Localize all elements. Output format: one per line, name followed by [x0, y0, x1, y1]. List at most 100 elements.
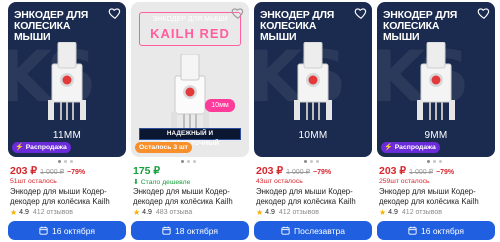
heart-icon[interactable]	[108, 6, 122, 20]
price-drop-note: ⬇ Стало дешевле	[133, 178, 190, 186]
rating-value: 4.9	[265, 209, 275, 216]
product-card[interactable]: KS Энкодер для колесика мыши 9MM ⚡ Распр…	[377, 2, 495, 242]
star-icon: ★	[379, 208, 387, 217]
carousel-dot	[64, 160, 67, 163]
price-row: 203 ₽ 1 000 ₽ −79%	[256, 165, 331, 177]
rating: ★ 4.9 412 отзывов	[256, 208, 319, 217]
rating-value: 4.9	[142, 209, 152, 216]
current-price: 175 ₽	[133, 165, 161, 177]
rating: ★ 4.9 483 отзыва	[133, 208, 192, 217]
carousel-dot	[70, 160, 73, 163]
reviews-count[interactable]: 483 отзыва	[156, 209, 192, 216]
heart-icon[interactable]	[354, 6, 368, 20]
calendar-icon	[408, 226, 417, 235]
product-card[interactable]: KS Энкодер для колесика мыши 10MM	[254, 2, 372, 242]
photo-title: Энкодер для колесика мыши	[383, 9, 458, 43]
calendar-icon	[39, 226, 48, 235]
encoder-image	[171, 54, 209, 132]
current-price: 203 ₽	[256, 165, 284, 177]
carousel-dot	[193, 160, 196, 163]
delivery-date: 18 октября	[175, 225, 218, 236]
carousel-dot	[439, 160, 442, 163]
heart-icon[interactable]	[477, 6, 491, 20]
carousel-dot	[316, 160, 319, 163]
encoder-image	[417, 42, 455, 120]
discount-percent: −79%	[313, 169, 332, 176]
reviews-count[interactable]: 412 отзывов	[33, 209, 73, 216]
product-title[interactable]: Энкодер для мыши Кодер-декодер для колёс…	[379, 187, 495, 206]
carousel-dot	[310, 160, 313, 163]
carousel-dot	[58, 160, 61, 163]
carousel-dot	[187, 160, 190, 163]
old-price: 1 000 ₽	[286, 169, 311, 176]
price-drop-label: Стало дешевле	[140, 179, 191, 186]
product-card[interactable]: KS Энкодер для колесика мыши 11MM ⚡ Расп…	[8, 2, 126, 242]
carousel-dot	[181, 160, 184, 163]
price-row: 203 ₽ 1 000 ₽ −79%	[10, 165, 85, 177]
product-image[interactable]: Энкодер для мыши Kailh Red 10мм НАДЕЖНЫЙ…	[131, 2, 249, 157]
old-price: 1 000 ₽	[40, 169, 65, 176]
encoder-image	[48, 42, 86, 120]
stock-badge: Осталось 3 шт	[135, 142, 192, 153]
image-carousel-dots	[427, 160, 442, 163]
size-label: 11MM	[52, 130, 82, 141]
lightning-icon: ⚡	[15, 144, 24, 151]
image-carousel-dots	[181, 160, 196, 163]
calendar-icon	[162, 226, 171, 235]
delivery-button[interactable]: 16 октября	[377, 221, 495, 240]
sale-badge-label: Распродажа	[25, 144, 67, 151]
product-image[interactable]: KS Энкодер для колесика мыши 10MM	[254, 2, 372, 157]
star-icon: ★	[133, 208, 141, 217]
delivery-button[interactable]: Послезавтра	[254, 221, 372, 240]
carousel-dot	[427, 160, 430, 163]
stock-note: 259шт осталось	[379, 178, 430, 185]
rating: ★ 4.9 412 отзывов	[10, 208, 73, 217]
product-grid: KS Энкодер для колесика мыши 11MM ⚡ Расп…	[0, 0, 500, 242]
sale-badge-label: Распродажа	[394, 144, 436, 151]
stock-note: 51шт осталось	[10, 178, 57, 185]
carousel-dot	[433, 160, 436, 163]
sale-badge: ⚡ Распродажа	[12, 142, 71, 153]
rating: ★ 4.9 412 отзывов	[379, 208, 442, 217]
size-tag: 10мм	[205, 99, 235, 112]
product-card[interactable]: Энкодер для мыши Kailh Red 10мм НАДЕЖНЫЙ…	[131, 2, 249, 242]
carousel-dot	[304, 160, 307, 163]
promo-banner: НАДЕЖНЫЙ И ВЫСОКОТОЧНЫЙ	[139, 128, 241, 147]
size-label: 9MM	[424, 130, 448, 141]
photo-title: Энкодер для колесика мыши	[260, 9, 335, 43]
delivery-button[interactable]: 18 октября	[131, 221, 249, 240]
delivery-button[interactable]: 16 октября	[8, 221, 126, 240]
rating-value: 4.9	[388, 209, 398, 216]
price-row: 175 ₽	[133, 165, 160, 177]
encoder-image	[294, 42, 332, 120]
star-icon: ★	[10, 208, 18, 217]
plate-brand: Kailh Red	[150, 26, 230, 41]
size-label: 10MM	[298, 130, 328, 141]
discount-percent: −79%	[436, 169, 455, 176]
photo-title: Энкодер для колесика мыши	[14, 9, 89, 43]
price-row: 203 ₽ 1 000 ₽ −79%	[379, 165, 454, 177]
rating-value: 4.9	[19, 209, 29, 216]
reviews-count[interactable]: 412 отзывов	[402, 209, 442, 216]
sale-badge: ⚡ Распродажа	[381, 142, 440, 153]
star-icon: ★	[256, 208, 264, 217]
product-title[interactable]: Энкодер для мыши Кодер-декодер для колёс…	[10, 187, 126, 206]
product-image[interactable]: KS Энкодер для колесика мыши 9MM ⚡ Распр…	[377, 2, 495, 157]
brand-plate: Энкодер для мыши Kailh Red	[139, 12, 241, 46]
product-title[interactable]: Энкодер для мыши Кодер-декодер для колёс…	[256, 187, 372, 206]
delivery-date: 16 октября	[52, 225, 95, 236]
image-carousel-dots	[58, 160, 73, 163]
arrow-down-icon: ⬇	[133, 179, 139, 186]
lightning-icon: ⚡	[384, 144, 393, 151]
discount-percent: −79%	[67, 169, 86, 176]
current-price: 203 ₽	[379, 165, 407, 177]
delivery-date: 16 октября	[421, 225, 464, 236]
heart-icon[interactable]	[231, 6, 245, 20]
plate-subtitle: Энкодер для мыши	[152, 16, 228, 23]
image-carousel-dots	[304, 160, 319, 163]
product-title[interactable]: Энкодер для мыши Кодер-декодер для колёс…	[133, 187, 249, 206]
reviews-count[interactable]: 412 отзывов	[279, 209, 319, 216]
current-price: 203 ₽	[10, 165, 38, 177]
calendar-icon	[281, 226, 290, 235]
product-image[interactable]: KS Энкодер для колесика мыши 11MM ⚡ Расп…	[8, 2, 126, 157]
